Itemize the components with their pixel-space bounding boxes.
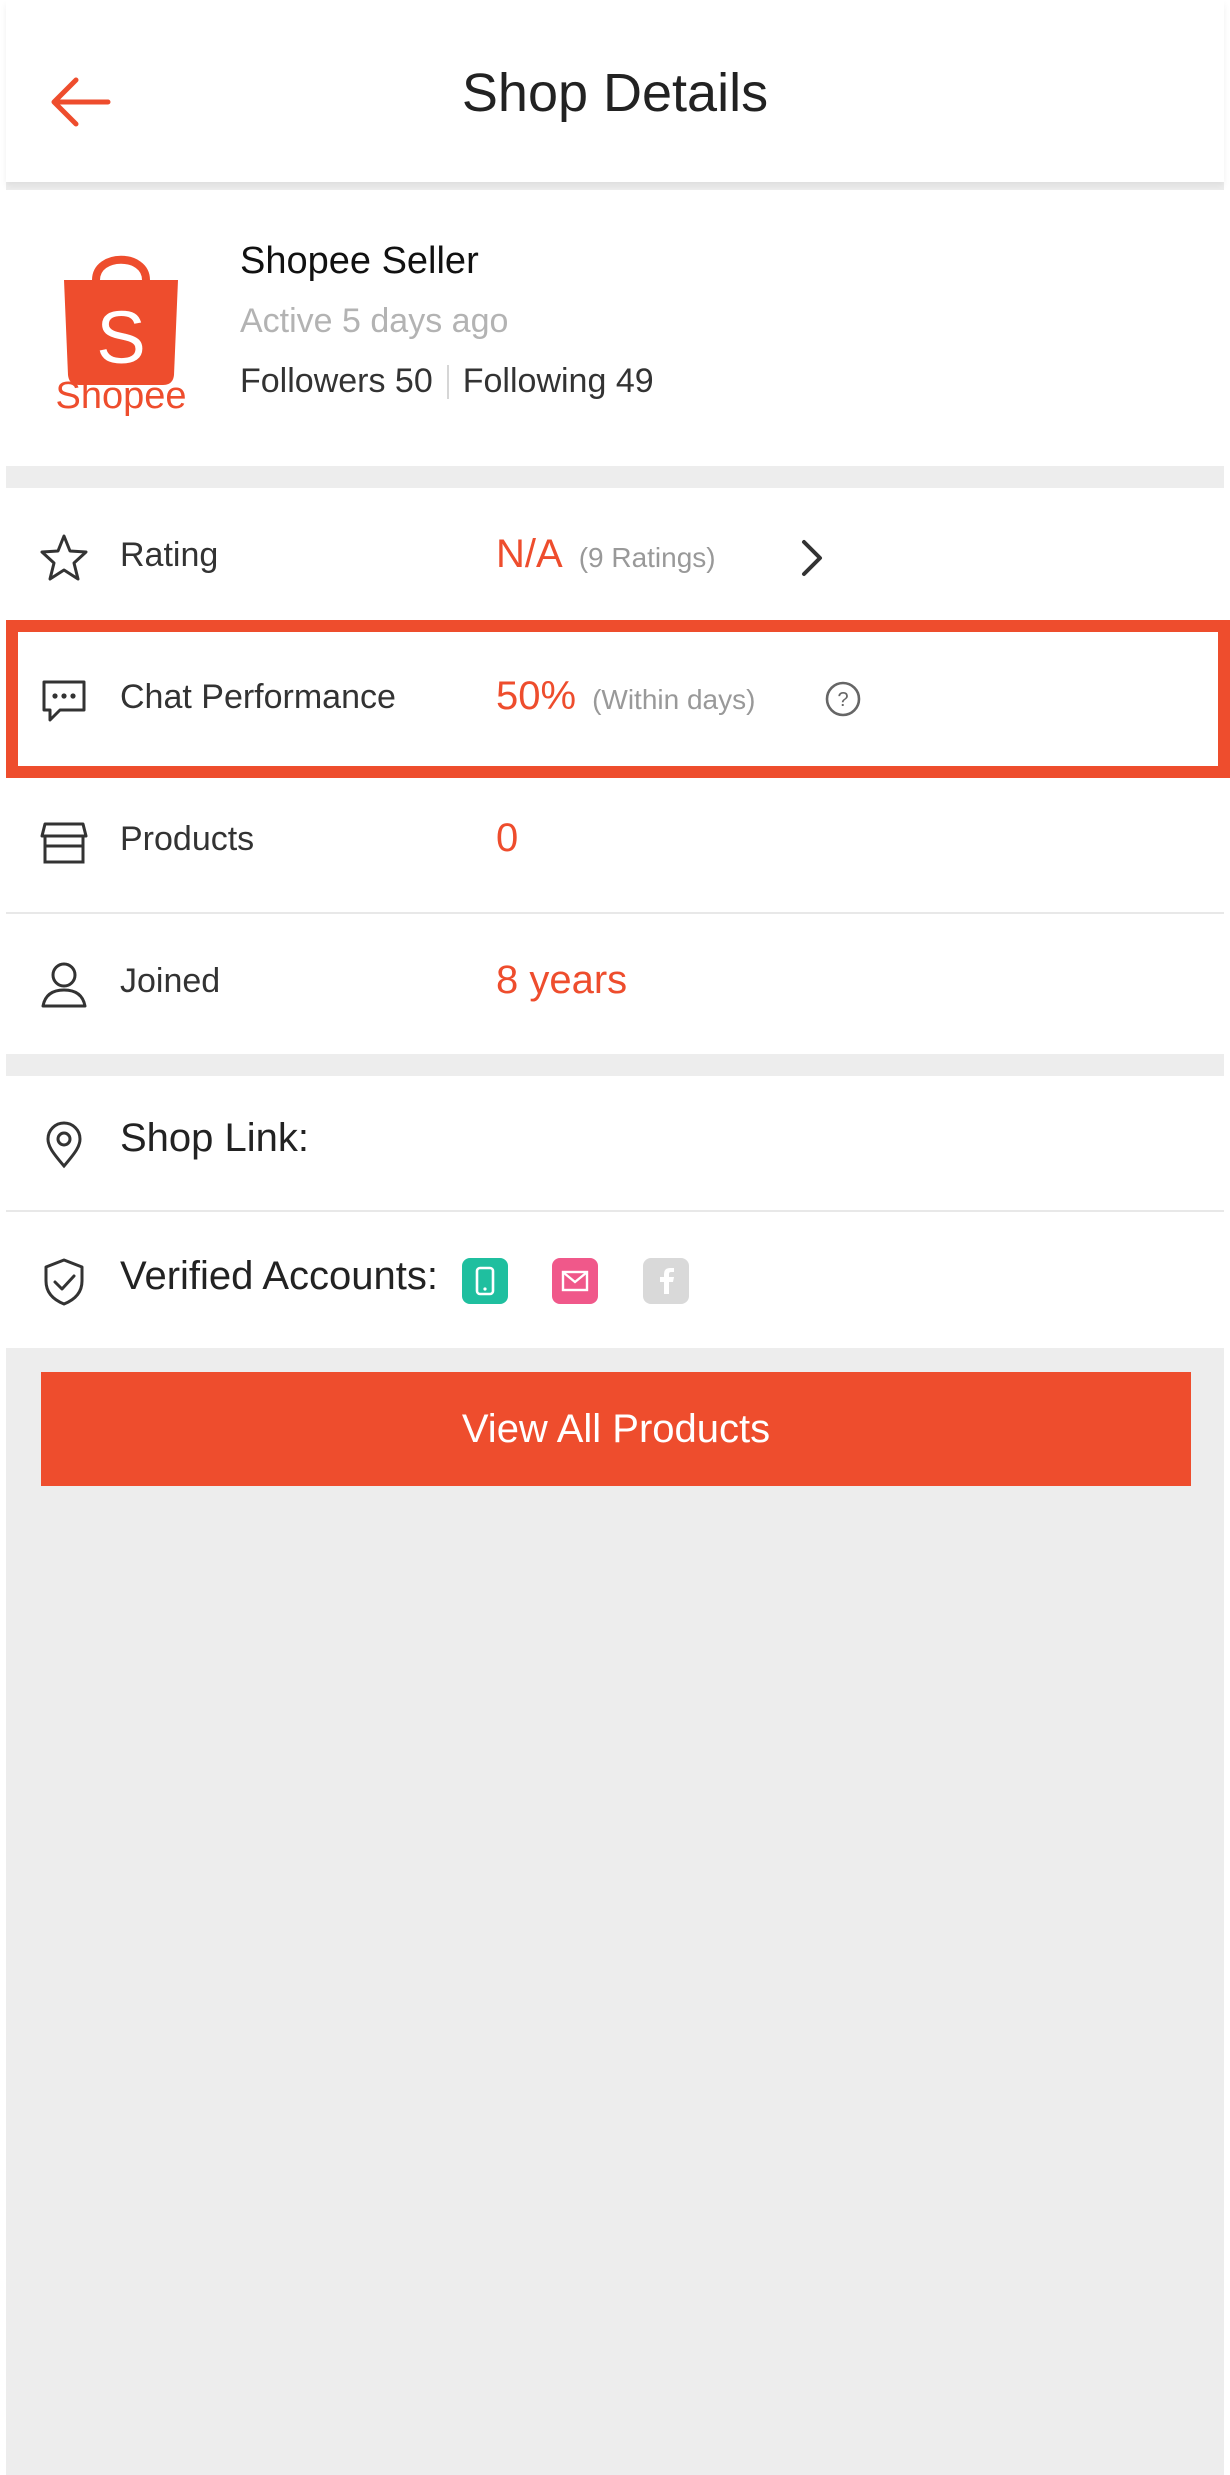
facebook-icon	[660, 1268, 674, 1294]
rating-value: N/A (9 Ratings)	[496, 532, 716, 577]
phone-icon	[475, 1266, 495, 1296]
shop-card: S Shopee Shopee Seller Active 5 days ago…	[6, 190, 1224, 466]
verified-accounts-label: Verified Accounts:	[120, 1254, 438, 1298]
app-body: Shop Details S Shopee Shopee Seller Acti…	[6, 0, 1230, 2475]
products-row: Products 0	[6, 772, 1224, 912]
facebook-badge	[643, 1258, 689, 1304]
email-verified-badge	[552, 1258, 598, 1304]
followers-count[interactable]: Followers 50	[240, 362, 433, 401]
verified-accounts-row: Verified Accounts:	[6, 1212, 1224, 1348]
logo-text: Shopee	[55, 375, 187, 417]
location-pin-icon	[46, 1121, 82, 1169]
chat-performance-highlight	[6, 620, 1230, 778]
chevron-right-icon	[802, 540, 822, 576]
person-icon	[41, 962, 87, 1008]
screen: Shop Details S Shopee Shopee Seller Acti…	[0, 0, 1230, 2475]
view-all-products-button[interactable]: View All Products	[41, 1372, 1191, 1486]
shop-link-label: Shop Link:	[120, 1116, 310, 1160]
shopee-logo: S Shopee	[46, 235, 196, 417]
phone-verified-badge	[462, 1258, 508, 1304]
products-label: Products	[120, 820, 255, 858]
rating-row[interactable]: Rating N/A (9 Ratings)	[6, 488, 1224, 628]
header: Shop Details	[6, 0, 1224, 182]
products-value: 0	[496, 816, 519, 860]
svg-text:S: S	[96, 296, 145, 379]
storefront-icon	[40, 822, 88, 864]
joined-label: Joined	[120, 962, 221, 1000]
shop-link-row[interactable]: Shop Link:	[6, 1076, 1224, 1210]
page-title: Shop Details	[461, 63, 769, 123]
shop-info: Shop Link: Verified Accounts:	[6, 1076, 1224, 1348]
active-status: Active 5 days ago	[240, 302, 509, 340]
joined-value: 8 years	[496, 958, 628, 1002]
rating-count: (9 Ratings)	[578, 542, 716, 573]
shield-check-icon	[44, 1258, 84, 1306]
joined-row: Joined 8 years	[6, 914, 1224, 1054]
rating-label: Rating	[120, 536, 219, 574]
follow-divider	[446, 364, 449, 399]
following-count[interactable]: Following 49	[463, 362, 654, 401]
star-icon	[40, 534, 88, 581]
follow-stats: Followers 50 Following 49	[240, 362, 654, 401]
email-icon	[561, 1270, 589, 1292]
rating-score: N/A	[496, 532, 563, 576]
shop-name: Shopee Seller	[240, 240, 479, 282]
